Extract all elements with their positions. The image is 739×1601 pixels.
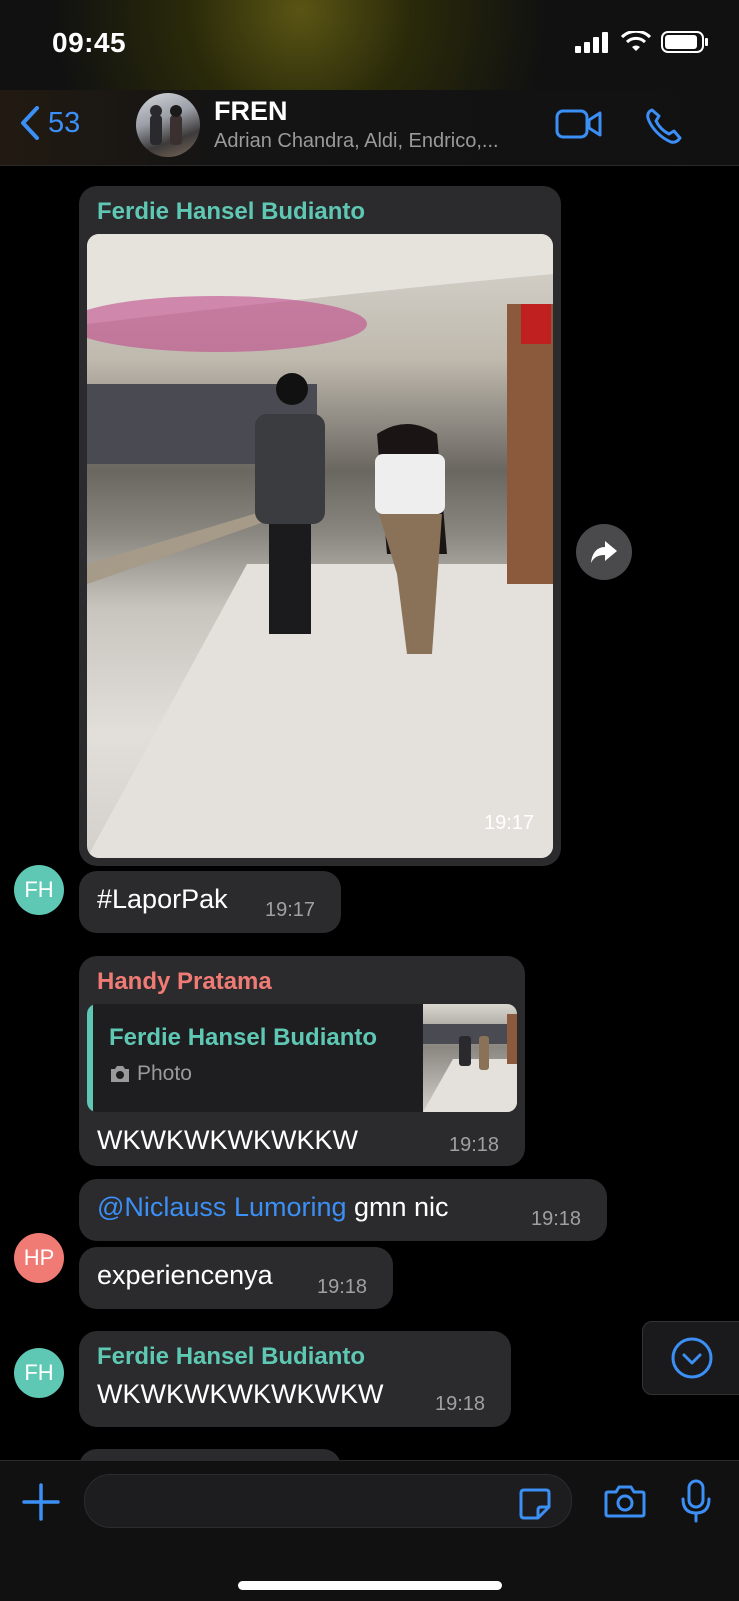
forward-button[interactable] [576,524,632,580]
wifi-icon [621,31,651,51]
back-button[interactable]: 53 [20,106,80,140]
text-message[interactable]: #LaporPak 19:17 [79,871,341,933]
battery-icon [661,31,708,53]
message-time: 19:18 [317,1276,368,1298]
message-time: 19:17 [484,812,535,834]
share-arrow-icon [591,541,617,563]
home-indicator [238,1581,502,1590]
camera-icon [604,1485,646,1518]
phone-call-icon [646,108,682,144]
sticker-icon [519,1488,551,1520]
video-call-button[interactable] [555,108,603,145]
message-text: WKWKWKWKWKKW [97,1125,358,1155]
group-avatar[interactable] [136,93,200,157]
message-time: 19:18 [449,1134,500,1156]
avatar[interactable]: FH [14,1348,64,1398]
message-text: experiencenya [97,1260,273,1290]
photo-message[interactable]: Ferdie Hansel Budianto 19:17 [79,186,561,866]
status-bar: 09:45 [0,0,739,90]
voice-call-button[interactable] [644,106,684,151]
compose-bar [0,1460,739,1601]
group-photo-icon [150,105,182,145]
quoted-type: Photo [109,1062,192,1086]
voice-record-button[interactable] [680,1479,712,1528]
message-sender: Handy Pratama [97,968,272,995]
message-list[interactable]: Ferdie Hansel Budianto 19:17 FH #LaporPa… [0,165,739,1460]
partial-message[interactable] [79,1449,341,1460]
reply-message[interactable]: Handy Pratama Ferdie Hansel Budianto Pho… [79,956,525,1166]
sticker-button[interactable] [518,1487,552,1526]
video-call-icon [555,109,602,139]
message-sender: Ferdie Hansel Budianto [97,1343,366,1370]
message-body: gmn nic [346,1192,449,1222]
scroll-to-bottom-button[interactable] [642,1321,739,1395]
avatar[interactable]: FH [14,865,64,915]
quoted-sender: Ferdie Hansel Budianto [109,1024,378,1051]
group-title[interactable]: FREN [214,96,288,127]
message-time: 19:18 [531,1208,582,1230]
message-sender: Ferdie Hansel Budianto [97,198,366,225]
message-text: WKWKWKWKWKWKW [97,1379,384,1409]
message-text: #LaporPak [97,884,228,914]
attach-button[interactable] [22,1483,60,1526]
camera-small-icon [111,1066,129,1082]
quote-bar [87,1004,93,1112]
chevron-down-circle-icon [671,1337,713,1379]
status-time: 09:45 [52,27,127,58]
group-members[interactable]: Adrian Chandra, Aldi, Endrico,... [214,130,499,153]
microphone-icon [681,1479,711,1523]
camera-button[interactable] [604,1483,646,1524]
text-message[interactable]: experiencenya 19:18 [79,1247,393,1309]
text-message[interactable]: Ferdie Hansel Budianto WKWKWKWKWKWKW 19:… [79,1331,511,1427]
photo-content-icon [87,234,553,858]
back-chevron-icon [21,106,39,140]
photo-attachment[interactable] [87,234,553,858]
message-time: 19:18 [435,1393,486,1415]
quoted-thumbnail [423,1004,517,1112]
quoted-label: Photo [137,1062,192,1085]
message-time: 19:17 [265,899,316,921]
mention-link[interactable]: @Niclauss Lumoring [97,1192,347,1222]
signal-icon [575,32,608,53]
thumbnail-image-icon [423,1014,517,1112]
text-message[interactable]: @Niclauss Lumoring gmn nic 19:18 [79,1179,607,1241]
chat-header: 53 FREN Adrian Chandra, Aldi, Endrico,..… [0,90,739,166]
unread-count: 53 [48,106,81,139]
plus-icon [22,1483,60,1521]
quoted-message[interactable]: Ferdie Hansel Budianto Photo [87,1004,517,1112]
avatar[interactable]: HP [14,1233,64,1283]
message-input[interactable] [84,1474,572,1528]
message-text: @Niclauss Lumoring gmn nic [97,1192,449,1223]
status-icons [575,30,709,54]
